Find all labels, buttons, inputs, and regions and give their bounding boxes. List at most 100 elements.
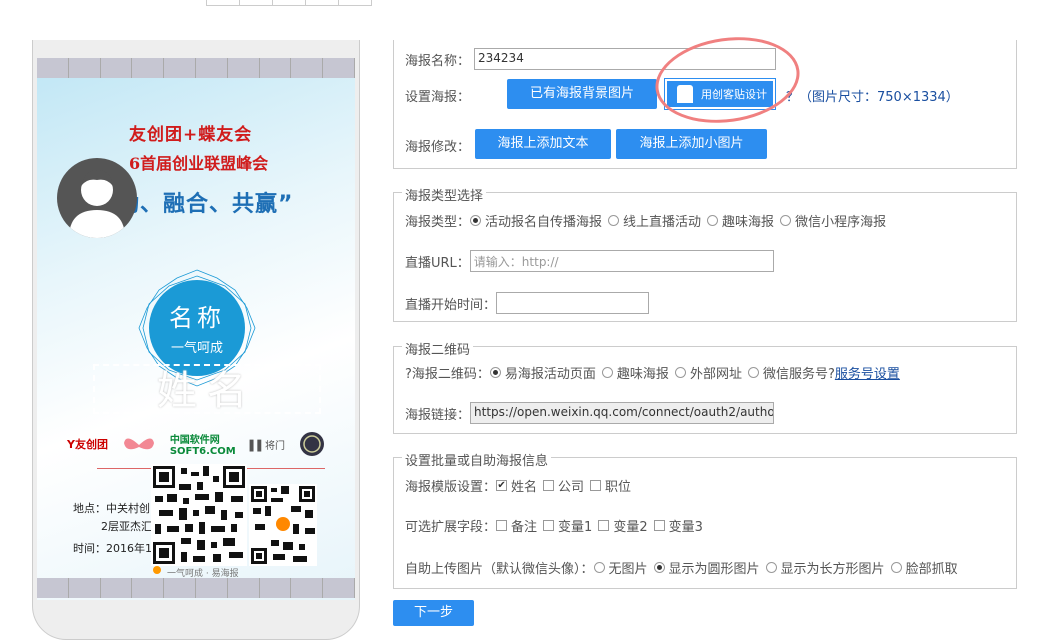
poster-time: 时间：2016年1 (73, 542, 152, 555)
poster-title-2: 6首届创业联盟峰会 (129, 154, 269, 173)
service-account-link[interactable]: 服务号设置 (835, 363, 900, 382)
qr-type-row: ?海报二维码： 易海报活动页面 趣味海报 外部网址 微信服务号? 服务号设置 (405, 363, 900, 382)
ext-check-2[interactable] (543, 520, 555, 531)
upload-option-4[interactable]: 脸部抓取 (906, 558, 958, 577)
ext-check-3[interactable] (598, 520, 610, 531)
ext-check-4[interactable] (653, 520, 665, 531)
upload-label: 自助上传图片（默认微信头像）： (405, 562, 594, 577)
qr-radio-3[interactable] (674, 367, 686, 378)
logo-youchuangtuan: Y友创团 (67, 438, 108, 451)
batch-legend: 设置批量或自助海报信息 (402, 450, 552, 469)
image-size-hint: ？（图片尺寸：750×1334） (786, 90, 959, 105)
live-url-input[interactable]: 请输入：http:// (469, 250, 774, 272)
badge-title: 名称 (169, 304, 225, 332)
qr-radio-1[interactable] (489, 367, 501, 378)
poster-canvas: 友创团+蝶友会 6首届创业联盟峰会 动、融合、共赢” 名称 一气呵成 姓名 Y友… (37, 58, 355, 600)
live-url-label: 直播URL： (405, 255, 470, 271)
qr-option-1[interactable]: 易海报活动页面 (505, 363, 596, 382)
poster-type-legend: 海报类型选择 (402, 185, 487, 204)
name-badge[interactable]: 名称 一气呵成 (149, 280, 245, 376)
logo-jiangmen: ▌▌将门 (249, 440, 286, 452)
poster-link-row: 海报链接： https://open.weixin.qq.com/connect… (405, 402, 775, 424)
top-tab-strip (206, 0, 372, 6)
poster-top-strip (37, 58, 355, 78)
upload-radio-3[interactable] (765, 562, 777, 573)
template-row: 海报模版设置： ✔ 姓名 公司 职位 (405, 476, 637, 495)
poster-place-line2: 2层亚杰汇 (101, 520, 152, 533)
logo-soft6: 中国软件网 SOFT6.COM (170, 431, 236, 457)
poster-title-3: 动、融合、共赢” (117, 192, 294, 217)
sponsor-logos: Y友创团 中国软件网 SOFT6.COM ▌▌将门 (67, 430, 325, 458)
qr-option-3[interactable]: 外部网址 (690, 363, 742, 382)
ext-check-1[interactable] (496, 520, 508, 531)
qr-radio-2[interactable] (601, 367, 613, 378)
live-start-label: 直播开始时间： (405, 297, 497, 313)
set-poster-label: 设置海报： (405, 90, 471, 105)
template-option-1[interactable]: 姓名 (511, 476, 537, 495)
poster-title-1: 友创团+蝶友会 (129, 125, 253, 145)
ext-option-3[interactable]: 变量2 (613, 516, 647, 535)
add-text-button[interactable]: 海报上添加文本 (475, 129, 611, 159)
ext-fields-label: 可选扩展字段： (405, 520, 497, 535)
avatar-placeholder-icon[interactable] (57, 158, 137, 238)
live-start-row: 直播开始时间： (405, 292, 650, 314)
template-option-3[interactable]: 职位 (605, 476, 631, 495)
qr-section: 海报二维码 ?海报二维码： 易海报活动页面 趣味海报 外部网址 微信服务号? 服务… (393, 339, 1017, 434)
template-check-1[interactable]: ✔ (496, 480, 508, 491)
type-radio-3[interactable] (707, 215, 719, 226)
upload-row: 自助上传图片（默认微信头像）： 无图片 显示为圆形图片 显示为长方形图片 脸部抓… (405, 558, 958, 577)
ext-option-2[interactable]: 变量1 (558, 516, 592, 535)
upload-radio-1[interactable] (593, 562, 605, 573)
logo-soft6-sub: SOFT6.COM (169, 446, 236, 457)
ext-option-1[interactable]: 备注 (511, 516, 537, 535)
poster-link-input[interactable]: https://open.weixin.qq.com/connect/oauth… (470, 402, 775, 424)
poster-type-section: 海报类型选择 海报类型： 活动报名自传播海报 线上直播活动 趣味海报 微信小程序… (393, 185, 1017, 322)
footer-logo-icon (153, 566, 161, 574)
template-check-3[interactable] (590, 480, 602, 491)
qr-radio-4[interactable] (747, 367, 759, 378)
poster-modify-label: 海报修改： (405, 140, 471, 155)
qr-legend: 海报二维码 (402, 339, 474, 358)
qr-code-icon[interactable] (151, 464, 247, 566)
poster-bottom-strip (37, 578, 355, 598)
add-image-button[interactable]: 海报上添加小图片 (616, 129, 767, 159)
name-placeholder-text: 姓名 (157, 368, 257, 414)
live-start-input[interactable] (496, 292, 650, 314)
badge-subtitle: 一气呵成 (170, 341, 223, 356)
type-radio-2[interactable] (608, 215, 620, 226)
upload-option-2[interactable]: 显示为圆形图片 (669, 558, 760, 577)
template-label: 海报模版设置： (405, 480, 497, 495)
type-radio-4[interactable] (780, 215, 792, 226)
type-option-4[interactable]: 微信小程序海报 (795, 211, 886, 230)
type-option-3[interactable]: 趣味海报 (722, 211, 774, 230)
template-check-2[interactable] (543, 480, 555, 491)
next-step-button[interactable]: 下一步 (393, 600, 474, 626)
qr-code-secondary-icon[interactable] (249, 484, 317, 566)
poster-type-row: 海报类型： 活动报名自传播海报 线上直播活动 趣味海报 微信小程序海报 (405, 211, 892, 230)
upload-radio-2[interactable] (653, 562, 665, 573)
upload-option-1[interactable]: 无图片 (609, 558, 648, 577)
batch-section: 设置批量或自助海报信息 海报模版设置： ✔ 姓名 公司 职位 可选扩展字段： 备注… (393, 450, 1017, 589)
upload-radio-4[interactable] (890, 562, 902, 573)
qr-option-2[interactable]: 趣味海报 (617, 363, 669, 382)
template-option-2[interactable]: 公司 (558, 476, 584, 495)
ext-option-4[interactable]: 变量3 (669, 516, 703, 535)
phone-preview: 友创团+蝶友会 6首届创业联盟峰会 动、融合、共赢” 名称 一气呵成 姓名 Y友… (32, 40, 360, 640)
qr-option-4[interactable]: 微信服务号? (763, 363, 835, 382)
poster-place: 地点：中关村创 (73, 502, 150, 515)
poster-link-label: 海报链接： (405, 407, 471, 423)
upload-option-3[interactable]: 显示为长方形图片 (781, 558, 885, 577)
bg-image-button[interactable]: 已有海报背景图片 (507, 79, 657, 109)
poster-name-label: 海报名称： (405, 53, 471, 69)
butterfly-logo-icon (123, 438, 154, 450)
qr-type-label: ?海报二维码： (405, 367, 490, 382)
ext-fields-row: 可选扩展字段： 备注 变量1 变量2 变量3 (405, 516, 709, 535)
live-url-row: 直播URL： 请输入：http:// (405, 250, 774, 272)
type-radio-1[interactable] (470, 215, 482, 226)
logo-soft6-name: 中国软件网 (169, 435, 220, 446)
name-field-box[interactable]: 姓名 (93, 364, 321, 414)
poster-type-label: 海报类型： (405, 215, 471, 230)
type-option-1[interactable]: 活动报名自传播海报 (485, 211, 602, 230)
type-option-2[interactable]: 线上直播活动 (623, 211, 701, 230)
round-seal-icon (299, 432, 324, 456)
